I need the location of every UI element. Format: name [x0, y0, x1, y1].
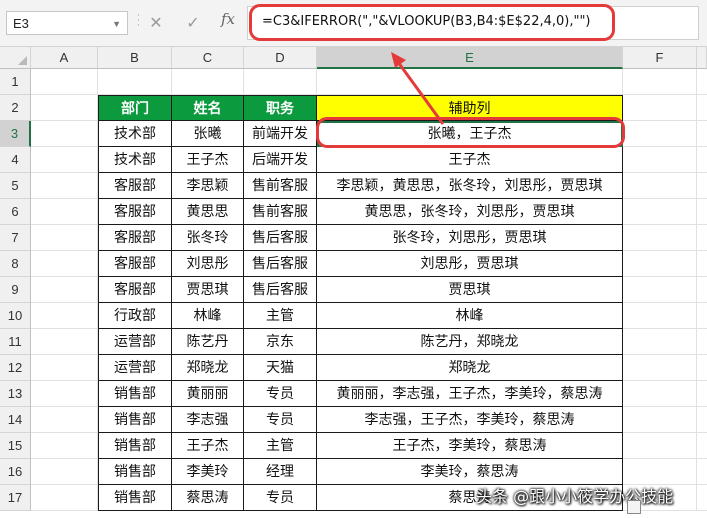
quick-analysis-icon[interactable] [627, 500, 641, 514]
watermark: 头条 @跟小小筱学办公技能 [476, 487, 674, 506]
pointer-arrow-icon [391, 52, 445, 125]
